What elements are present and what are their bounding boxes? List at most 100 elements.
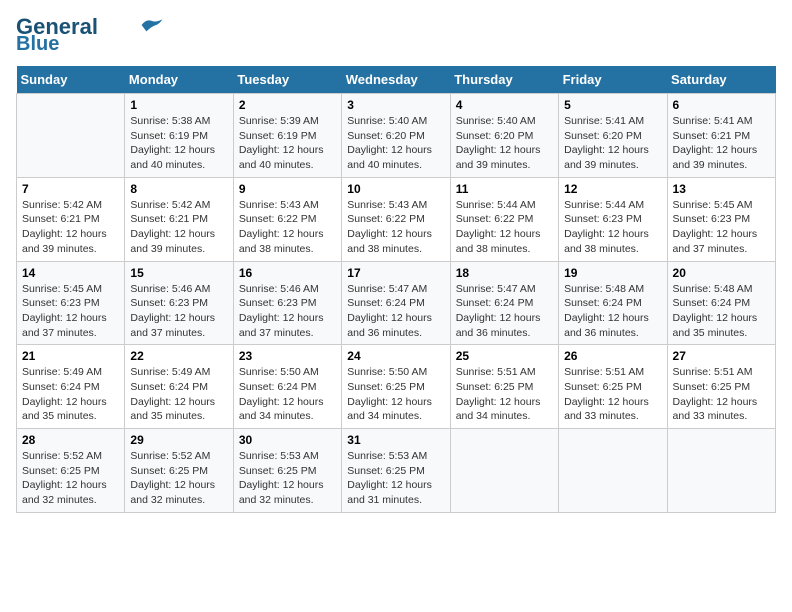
calendar-cell: 22Sunrise: 5:49 AM Sunset: 6:24 PM Dayli… bbox=[125, 345, 233, 429]
day-number: 1 bbox=[130, 98, 227, 112]
calendar-cell: 6 Sunrise: 5:41 AM Sunset: 6:21 PM Daylig… bbox=[667, 94, 775, 178]
day-info: Sunrise: 5:47 AM Sunset: 6:24 PM Dayligh… bbox=[456, 282, 553, 341]
calendar-cell bbox=[667, 429, 775, 513]
day-info: Sunrise: 5:52 AM Sunset: 6:25 PM Dayligh… bbox=[130, 449, 227, 508]
calendar-cell: 20 Sunrise: 5:48 AM Sunset: 6:24 PM Dayli… bbox=[667, 261, 775, 345]
calendar-cell: 29 Sunrise: 5:52 AM Sunset: 6:25 PM Dayli… bbox=[125, 429, 233, 513]
day-number: 9 bbox=[239, 182, 336, 196]
day-info: Sunrise: 5:42 AM Sunset: 6:21 PM Dayligh… bbox=[130, 198, 227, 257]
day-info: Sunrise: 5:50 AM Sunset: 6:25 PM Dayligh… bbox=[347, 365, 444, 424]
day-number: 13 bbox=[673, 182, 770, 196]
header-day: Sunday bbox=[17, 66, 125, 94]
calendar-table: SundayMondayTuesdayWednesdayThursdayFrid… bbox=[16, 66, 776, 513]
calendar-cell: 28 Sunrise: 5:52 AM Sunset: 6:25 PM Dayli… bbox=[17, 429, 125, 513]
day-number: 28 bbox=[22, 433, 119, 447]
day-number: 31 bbox=[347, 433, 444, 447]
day-info: Sunrise: 5:40 AM Sunset: 6:20 PM Dayligh… bbox=[456, 114, 553, 173]
day-number: 12 bbox=[564, 182, 661, 196]
day-info: Sunrise: 5:53 AM Sunset: 6:25 PM Dayligh… bbox=[239, 449, 336, 508]
calendar-cell: 12 Sunrise: 5:44 AM Sunset: 6:23 PM Dayli… bbox=[559, 177, 667, 261]
day-info: Sunrise: 5:40 AM Sunset: 6:20 PM Dayligh… bbox=[347, 114, 444, 173]
calendar-cell: 19Sunrise: 5:48 AM Sunset: 6:24 PM Dayli… bbox=[559, 261, 667, 345]
day-number: 8 bbox=[130, 182, 227, 196]
calendar-cell: 1 Sunrise: 5:38 AM Sunset: 6:19 PM Daylig… bbox=[125, 94, 233, 178]
day-number: 14 bbox=[22, 266, 119, 280]
day-info: Sunrise: 5:41 AM Sunset: 6:20 PM Dayligh… bbox=[564, 114, 661, 173]
calendar-cell: 8 Sunrise: 5:42 AM Sunset: 6:21 PM Daylig… bbox=[125, 177, 233, 261]
header-day: Tuesday bbox=[233, 66, 341, 94]
calendar-header: SundayMondayTuesdayWednesdayThursdayFrid… bbox=[17, 66, 776, 94]
calendar-week-row: 21 Sunrise: 5:49 AM Sunset: 6:24 PM Dayli… bbox=[17, 345, 776, 429]
day-number: 7 bbox=[22, 182, 119, 196]
calendar-body: 1 Sunrise: 5:38 AM Sunset: 6:19 PM Daylig… bbox=[17, 94, 776, 513]
day-info: Sunrise: 5:52 AM Sunset: 6:25 PM Dayligh… bbox=[22, 449, 119, 508]
calendar-week-row: 28 Sunrise: 5:52 AM Sunset: 6:25 PM Dayli… bbox=[17, 429, 776, 513]
calendar-cell bbox=[559, 429, 667, 513]
day-info: Sunrise: 5:48 AM Sunset: 6:24 PM Dayligh… bbox=[673, 282, 770, 341]
day-info: Sunrise: 5:44 AM Sunset: 6:22 PM Dayligh… bbox=[456, 198, 553, 257]
calendar-cell: 13 Sunrise: 5:45 AM Sunset: 6:23 PM Dayli… bbox=[667, 177, 775, 261]
calendar-cell: 24Sunrise: 5:50 AM Sunset: 6:25 PM Dayli… bbox=[342, 345, 450, 429]
calendar-cell: 14Sunrise: 5:45 AM Sunset: 6:23 PM Dayli… bbox=[17, 261, 125, 345]
day-info: Sunrise: 5:43 AM Sunset: 6:22 PM Dayligh… bbox=[239, 198, 336, 257]
day-info: Sunrise: 5:47 AM Sunset: 6:24 PM Dayligh… bbox=[347, 282, 444, 341]
day-number: 17 bbox=[347, 266, 444, 280]
day-number: 26 bbox=[564, 349, 661, 363]
day-info: Sunrise: 5:44 AM Sunset: 6:23 PM Dayligh… bbox=[564, 198, 661, 257]
day-number: 27 bbox=[673, 349, 770, 363]
calendar-cell: 26 Sunrise: 5:51 AM Sunset: 6:25 PM Dayli… bbox=[559, 345, 667, 429]
calendar-cell: 23 Sunrise: 5:50 AM Sunset: 6:24 PM Dayli… bbox=[233, 345, 341, 429]
calendar-cell: 30 Sunrise: 5:53 AM Sunset: 6:25 PM Dayli… bbox=[233, 429, 341, 513]
calendar-cell: 15 Sunrise: 5:46 AM Sunset: 6:23 PM Dayli… bbox=[125, 261, 233, 345]
calendar-cell: 5 Sunrise: 5:41 AM Sunset: 6:20 PM Daylig… bbox=[559, 94, 667, 178]
calendar-week-row: 1 Sunrise: 5:38 AM Sunset: 6:19 PM Daylig… bbox=[17, 94, 776, 178]
day-number: 21 bbox=[22, 349, 119, 363]
calendar-cell: 4 Sunrise: 5:40 AM Sunset: 6:20 PM Daylig… bbox=[450, 94, 558, 178]
calendar-cell: 18 Sunrise: 5:47 AM Sunset: 6:24 PM Dayli… bbox=[450, 261, 558, 345]
day-number: 3 bbox=[347, 98, 444, 112]
day-info: Sunrise: 5:49 AM Sunset: 6:24 PM Dayligh… bbox=[130, 365, 227, 424]
header-day: Monday bbox=[125, 66, 233, 94]
day-info: Sunrise: 5:48 AM Sunset: 6:24 PM Dayligh… bbox=[564, 282, 661, 341]
day-number: 2 bbox=[239, 98, 336, 112]
calendar-week-row: 7 Sunrise: 5:42 AM Sunset: 6:21 PM Daylig… bbox=[17, 177, 776, 261]
day-info: Sunrise: 5:46 AM Sunset: 6:23 PM Dayligh… bbox=[239, 282, 336, 341]
header-day: Saturday bbox=[667, 66, 775, 94]
calendar-cell: 11Sunrise: 5:44 AM Sunset: 6:22 PM Dayli… bbox=[450, 177, 558, 261]
day-number: 20 bbox=[673, 266, 770, 280]
day-info: Sunrise: 5:51 AM Sunset: 6:25 PM Dayligh… bbox=[456, 365, 553, 424]
day-number: 16 bbox=[239, 266, 336, 280]
day-number: 25 bbox=[456, 349, 553, 363]
day-number: 30 bbox=[239, 433, 336, 447]
day-info: Sunrise: 5:53 AM Sunset: 6:25 PM Dayligh… bbox=[347, 449, 444, 508]
day-info: Sunrise: 5:42 AM Sunset: 6:21 PM Dayligh… bbox=[22, 198, 119, 257]
day-info: Sunrise: 5:39 AM Sunset: 6:19 PM Dayligh… bbox=[239, 114, 336, 173]
day-info: Sunrise: 5:46 AM Sunset: 6:23 PM Dayligh… bbox=[130, 282, 227, 341]
day-info: Sunrise: 5:45 AM Sunset: 6:23 PM Dayligh… bbox=[673, 198, 770, 257]
calendar-cell: 21 Sunrise: 5:49 AM Sunset: 6:24 PM Dayli… bbox=[17, 345, 125, 429]
day-info: Sunrise: 5:50 AM Sunset: 6:24 PM Dayligh… bbox=[239, 365, 336, 424]
day-info: Sunrise: 5:51 AM Sunset: 6:25 PM Dayligh… bbox=[564, 365, 661, 424]
day-number: 6 bbox=[673, 98, 770, 112]
day-number: 18 bbox=[456, 266, 553, 280]
header-day: Thursday bbox=[450, 66, 558, 94]
logo-blue-text: Blue bbox=[16, 34, 59, 54]
day-info: Sunrise: 5:49 AM Sunset: 6:24 PM Dayligh… bbox=[22, 365, 119, 424]
calendar-cell: 27Sunrise: 5:51 AM Sunset: 6:25 PM Dayli… bbox=[667, 345, 775, 429]
day-number: 15 bbox=[130, 266, 227, 280]
header-day: Wednesday bbox=[342, 66, 450, 94]
day-info: Sunrise: 5:38 AM Sunset: 6:19 PM Dayligh… bbox=[130, 114, 227, 173]
calendar-cell: 31 Sunrise: 5:53 AM Sunset: 6:25 PM Dayli… bbox=[342, 429, 450, 513]
calendar-cell bbox=[450, 429, 558, 513]
day-info: Sunrise: 5:41 AM Sunset: 6:21 PM Dayligh… bbox=[673, 114, 770, 173]
calendar-cell: 7 Sunrise: 5:42 AM Sunset: 6:21 PM Daylig… bbox=[17, 177, 125, 261]
calendar-cell: 10Sunrise: 5:43 AM Sunset: 6:22 PM Dayli… bbox=[342, 177, 450, 261]
calendar-cell: 16 Sunrise: 5:46 AM Sunset: 6:23 PM Dayli… bbox=[233, 261, 341, 345]
header: General Blue bbox=[16, 16, 776, 54]
day-number: 29 bbox=[130, 433, 227, 447]
day-number: 23 bbox=[239, 349, 336, 363]
day-number: 5 bbox=[564, 98, 661, 112]
header-day: Friday bbox=[559, 66, 667, 94]
calendar-cell: 9 Sunrise: 5:43 AM Sunset: 6:22 PM Daylig… bbox=[233, 177, 341, 261]
day-number: 4 bbox=[456, 98, 553, 112]
